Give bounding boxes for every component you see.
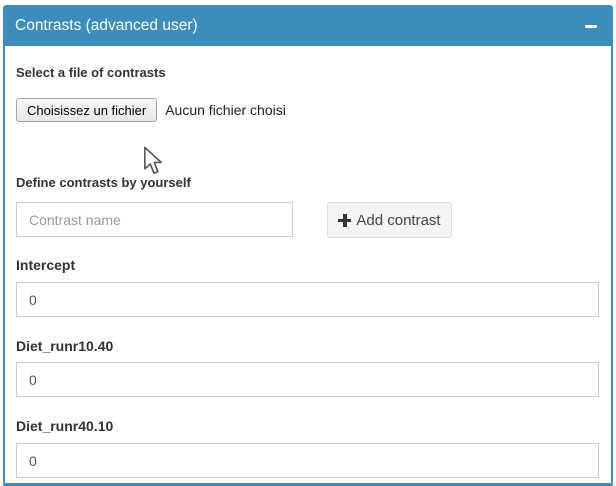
add-contrast-button-label: Add contrast <box>356 212 440 229</box>
panel-body: Select a file of contrasts Choisissez un… <box>3 46 613 483</box>
panel-header: Contrasts (advanced user) <box>3 5 613 46</box>
contrast-name-input[interactable] <box>16 202 293 237</box>
coefficient-input-intercept[interactable] <box>16 282 599 317</box>
file-section-label: Select a file of contrasts <box>16 65 166 80</box>
coefficient-input-diet-runr40-10[interactable] <box>16 443 599 478</box>
file-status-text: Aucun fichier choisi <box>165 102 286 118</box>
coefficient-label-intercept: Intercept <box>16 257 75 273</box>
contrasts-panel: Contrasts (advanced user) Select a file … <box>3 5 613 486</box>
browse-file-button[interactable]: Choisissez un fichier <box>16 98 157 122</box>
coefficient-label-diet-runr10-40: Diet_runr10.40 <box>16 338 113 354</box>
define-section-label: Define contrasts by yourself <box>16 175 191 190</box>
collapse-button[interactable] <box>579 17 603 35</box>
add-contrast-button[interactable]: Add contrast <box>327 202 452 238</box>
minus-icon <box>585 25 597 28</box>
plus-icon <box>338 214 351 227</box>
coefficient-label-diet-runr40-10: Diet_runr40.10 <box>16 418 113 434</box>
panel-title: Contrasts (advanced user) <box>15 5 198 46</box>
mouse-cursor-icon <box>143 146 165 176</box>
coefficient-input-diet-runr10-40[interactable] <box>16 362 599 397</box>
file-input: Choisissez un fichier Aucun fichier choi… <box>16 98 286 122</box>
